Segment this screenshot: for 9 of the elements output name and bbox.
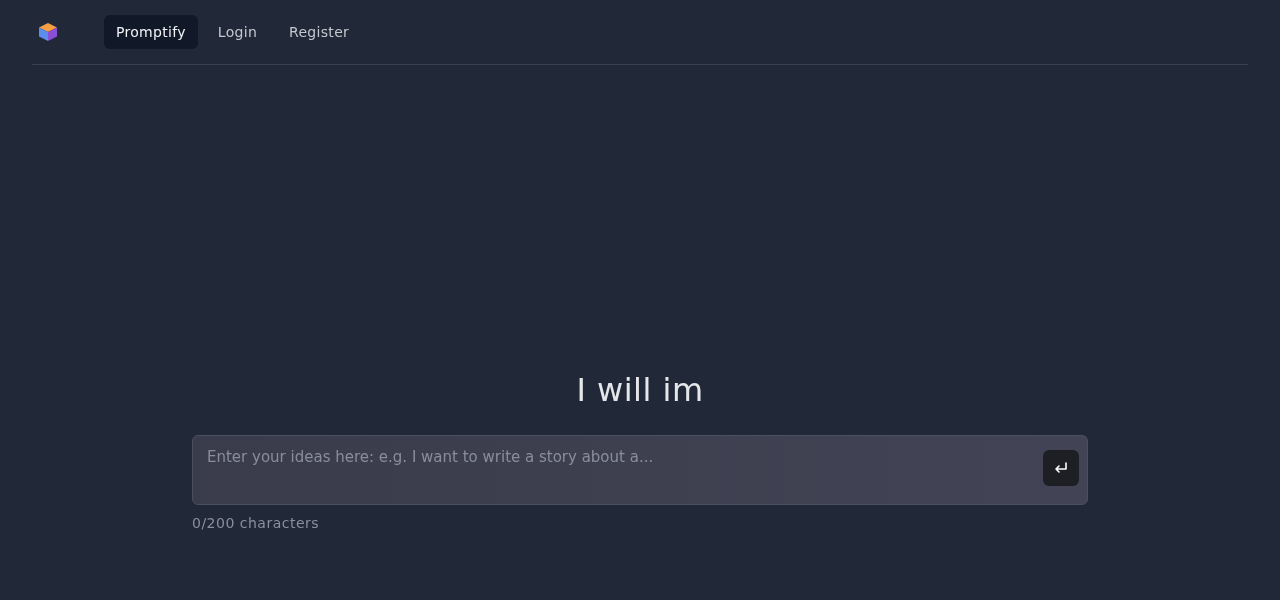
enter-button[interactable] xyxy=(1043,450,1079,486)
headline: I will im xyxy=(576,371,704,409)
prompt-field[interactable]: Enter your ideas here: e.g. I want to write a story about a... xyxy=(192,435,1088,505)
enter-icon xyxy=(1053,460,1069,476)
nav-link[interactable]: Login xyxy=(205,15,270,49)
cube-logo-icon[interactable] xyxy=(38,22,58,42)
nav-link[interactable]: Register xyxy=(277,15,362,49)
character-counter: 0/200 characters xyxy=(192,515,321,531)
nav-link[interactable]: Promptify xyxy=(104,15,198,49)
